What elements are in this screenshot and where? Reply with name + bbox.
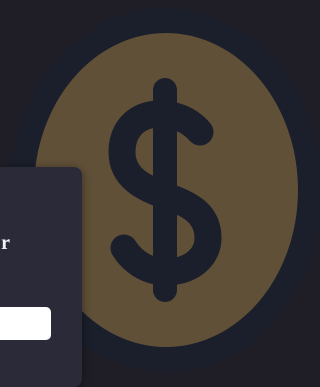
dialog-card: r — [0, 167, 82, 387]
text-input[interactable] — [0, 307, 51, 340]
card-title: r — [1, 233, 10, 253]
